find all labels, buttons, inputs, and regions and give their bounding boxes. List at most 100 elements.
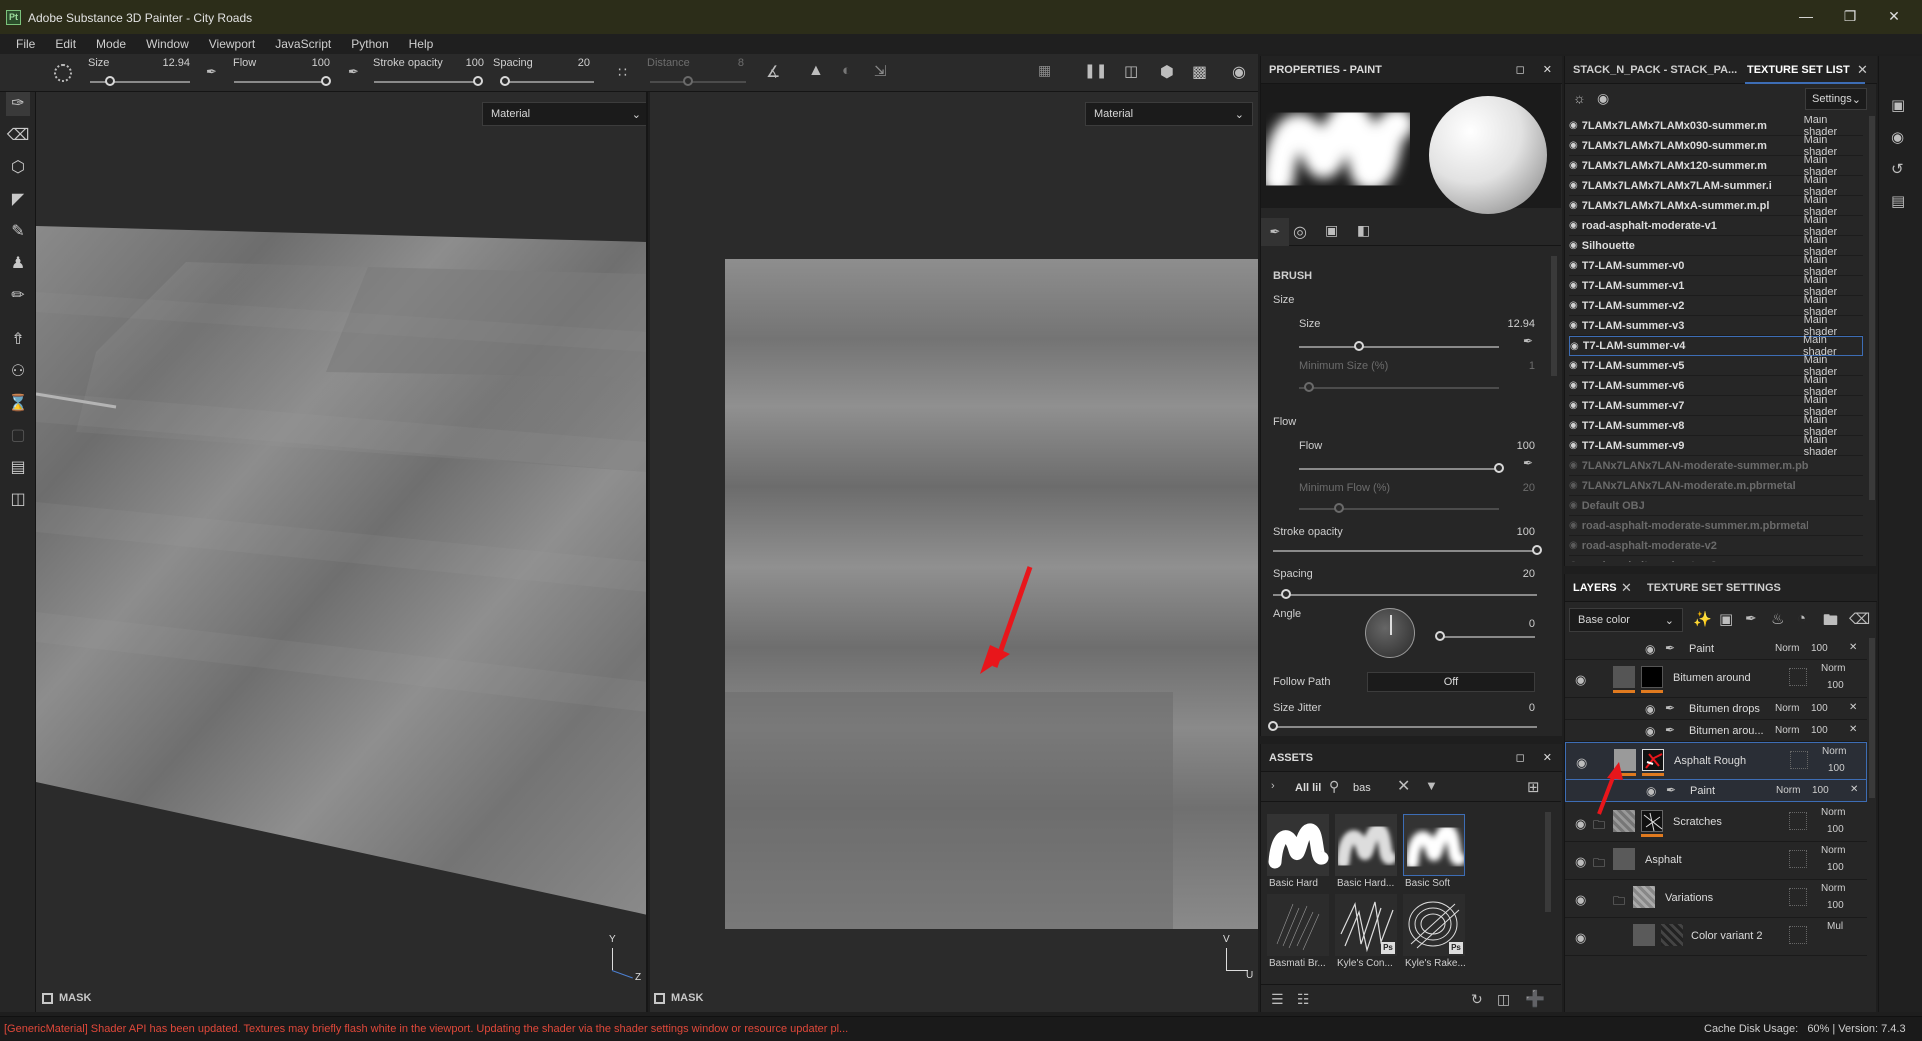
toolbar-stroke-opacity-knob[interactable] [473,76,483,86]
close-icon[interactable]: ✕ [1874,6,1914,26]
flow-slider[interactable] [1299,468,1499,470]
layer-name[interactable]: Paint [1689,643,1714,655]
layer-channel-dropdown[interactable]: Base color ⌄ [1569,608,1683,632]
eye-icon[interactable]: ◉ [1569,140,1578,151]
smudge-icon[interactable]: ✎ [6,220,30,244]
eye-icon[interactable]: ◉ [1569,320,1578,331]
bake-icon[interactable]: ⚇ [6,360,30,384]
layer-name[interactable]: Bitumen around [1673,672,1751,684]
tab-stack-n-pack[interactable]: STACK_N_PACK - STACK_PA... [1573,64,1739,76]
texture-set-row[interactable]: ◉ T7-LAM-summer-v3 Main shader [1569,314,1863,338]
symmetry-mirror-icon[interactable]: ◐ [842,62,851,79]
layer-opacity[interactable]: 100 [1827,862,1844,873]
display-settings-icon[interactable]: ▣ [1891,96,1905,114]
blend-mode[interactable]: Norm [1776,785,1800,796]
eye-icon[interactable]: ◉ [1569,240,1578,251]
eye-icon[interactable]: ◉ [1569,180,1578,191]
undock-icon[interactable]: ◻ [1516,63,1525,76]
asset-thumb[interactable] [1267,814,1329,876]
tab-layers[interactable]: LAYERS [1573,582,1617,594]
settings-document-icon[interactable]: ▤ [6,456,30,480]
eye-icon[interactable]: ◉ [1569,460,1578,471]
asset-thumb[interactable] [1267,894,1329,956]
lazy-mouse-icon[interactable]: ∷ [618,64,627,81]
blend-mode[interactable]: Norm [1775,703,1799,714]
eye-icon[interactable]: ◉ [1569,360,1578,371]
stencil-tab-icon[interactable]: ▣ [1325,222,1338,239]
size-slider[interactable] [1299,346,1499,348]
transform-icon[interactable]: ⇲ [874,62,887,80]
import-icon[interactable]: ◫ [1497,991,1510,1008]
eye-icon[interactable]: ◉ [1569,380,1578,391]
blend-mode[interactable]: Norm [1775,725,1799,736]
eye-icon[interactable]: ◉ [1569,420,1578,431]
search-icon[interactable]: ⚲ [1329,778,1339,795]
texture-set-row[interactable]: ◉ road-asphalt-moderate-v3 [1569,556,1863,563]
eye-icon[interactable]: ◉ [1569,220,1578,231]
size-jitter-slider-knob[interactable] [1268,721,1278,731]
angle-dial[interactable] [1365,608,1415,658]
toolbar-spacing-slider[interactable] [500,81,594,83]
follow-path-toggle[interactable]: Off [1367,672,1535,692]
mask-toggle[interactable]: MASK [654,992,703,1004]
refresh-icon[interactable]: ↻ [1471,991,1483,1008]
eye-icon[interactable]: ◉ [1569,540,1578,551]
eye-icon[interactable]: ◉ [1569,520,1578,531]
angle-icon[interactable]: ∡ [766,62,780,82]
menu-python[interactable]: Python [341,37,398,51]
tsl-settings-dropdown[interactable]: Settings ⌄ [1805,88,1867,110]
eye-icon[interactable]: ◉ [1646,784,1656,798]
maximize-icon[interactable]: ❐ [1830,6,1870,26]
eye-icon[interactable]: ◉ [1569,500,1578,511]
geometry-fill-icon[interactable]: ◤ [6,188,30,212]
properties-scrollbar[interactable] [1551,256,1557,376]
eye-icon[interactable]: ◉ [1569,260,1578,271]
layer-row[interactable]: ◉ ✒ Paint Norm 100 ✕ [1565,638,1867,660]
close-icon[interactable]: ✕ [1857,62,1868,78]
layer-row[interactable]: ◉ Bitumen around Norm 100 [1565,660,1867,698]
remove-effect-icon[interactable]: ✕ [1849,642,1857,653]
brush-tab-icon[interactable]: ✒ [1261,218,1289,246]
eye-icon[interactable]: ◉ [1575,930,1586,946]
layer-row[interactable]: ◉ Color variant 2 Mul [1565,918,1867,956]
viewport-3d[interactable]: Material ⌄ Y Z MASK [36,92,648,1012]
texture-set-row[interactable]: ◉ 7LANx7LANx7LAN-moderate-summer.m.pbr [1569,456,1863,476]
pen-pressure-icon[interactable]: ✒ [348,64,359,80]
toolbar-flow-knob[interactable] [321,76,331,86]
eye-icon[interactable]: ◉ [1575,816,1586,832]
layer-name[interactable]: Asphalt [1645,854,1682,866]
pen-pressure-icon[interactable]: ✒ [1523,456,1533,470]
remove-effect-icon[interactable]: ✕ [1849,724,1857,735]
paint-brush-icon[interactable]: ✑ [6,92,30,116]
close-icon[interactable]: ✕ [1543,751,1552,764]
chevron-right-icon[interactable]: › [1271,780,1275,792]
grid-view-icon[interactable]: ⊞ [1527,778,1540,796]
menu-window[interactable]: Window [136,37,199,51]
screenshot-icon[interactable]: ◉ [1232,62,1246,82]
eye-icon[interactable]: ◉ [1597,90,1609,107]
layer-name[interactable]: Color variant 2 [1691,930,1763,942]
eye-icon[interactable]: ◉ [1575,854,1586,870]
eye-icon[interactable]: ◉ [1569,400,1578,411]
layer-row[interactable]: ◉ 🗀 Scratches Norm 100 [1565,804,1867,842]
eye-icon[interactable]: ◉ [1575,892,1586,908]
camera-icon[interactable]: ▩ [1192,62,1207,82]
layer-opacity[interactable]: 100 [1811,725,1828,736]
mask-checkbox[interactable] [42,992,53,1004]
blend-mode[interactable]: Norm [1822,746,1846,757]
menu-mode[interactable]: Mode [86,37,136,51]
layer-opacity[interactable]: 100 [1811,643,1828,654]
spacing-slider[interactable] [1273,594,1537,596]
remove-effect-icon[interactable]: ✕ [1849,702,1857,713]
texture-set-row[interactable]: ◉ road-asphalt-moderate-summer.m.pbrmetal [1569,516,1863,536]
layer-opacity[interactable]: 100 [1828,763,1845,774]
texture-set-row[interactable]: ◉ T7-LAM-summer-v9 Main shader [1569,434,1863,458]
mask-toggle[interactable]: MASK [42,992,91,1004]
layer-row[interactable]: ◉ ✒ Bitumen arou... Norm 100 ✕ [1565,720,1867,742]
eye-icon[interactable]: ◉ [1575,672,1586,688]
log-icon[interactable]: ▤ [1891,192,1905,210]
viewport-2d[interactable]: Material ⌄ V U MASK [650,92,1258,1012]
toolbar-stroke-opacity-slider[interactable] [374,81,478,83]
remove-effect-icon[interactable]: ✕ [1850,784,1858,795]
eraser-icon[interactable]: ⌫ [6,124,30,148]
